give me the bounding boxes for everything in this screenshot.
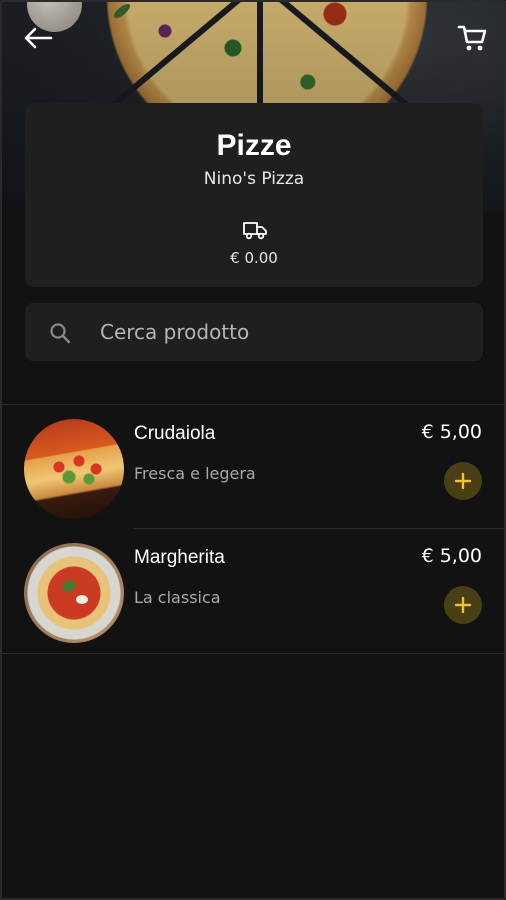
product-item-crudaiola[interactable]: Crudaiola Fresca e legera € 5,00 — [2, 405, 504, 528]
back-button[interactable] — [18, 18, 58, 58]
add-to-cart-button[interactable] — [444, 462, 482, 500]
product-price: € 5,00 — [421, 421, 482, 443]
search-bar[interactable] — [25, 303, 483, 361]
category-card: Pizze Nino's Pizza € 0.00 — [25, 103, 483, 287]
restaurant-name: Nino's Pizza — [203, 169, 305, 189]
search-icon — [50, 323, 71, 344]
plus-icon — [454, 472, 472, 490]
product-description: La classica — [134, 588, 221, 607]
product-image — [24, 543, 124, 643]
arrow-left-icon — [24, 27, 53, 49]
product-name: Crudaiola — [134, 423, 216, 444]
divider — [2, 653, 504, 654]
product-description: Fresca e legera — [134, 464, 256, 483]
truck-icon — [243, 222, 267, 240]
plus-icon — [454, 596, 472, 614]
product-image — [24, 419, 124, 519]
product-name: Margherita — [134, 547, 225, 568]
product-price: € 5,00 — [421, 545, 482, 567]
page-title: Pizze — [216, 129, 292, 162]
search-input[interactable] — [100, 303, 470, 361]
add-to-cart-button[interactable] — [444, 586, 482, 624]
delivery-fee: € 0.00 — [230, 249, 278, 267]
cart-button[interactable] — [452, 18, 492, 58]
shopping-cart-icon — [457, 25, 487, 51]
product-item-margherita[interactable]: Margherita La classica € 5,00 — [2, 529, 504, 652]
